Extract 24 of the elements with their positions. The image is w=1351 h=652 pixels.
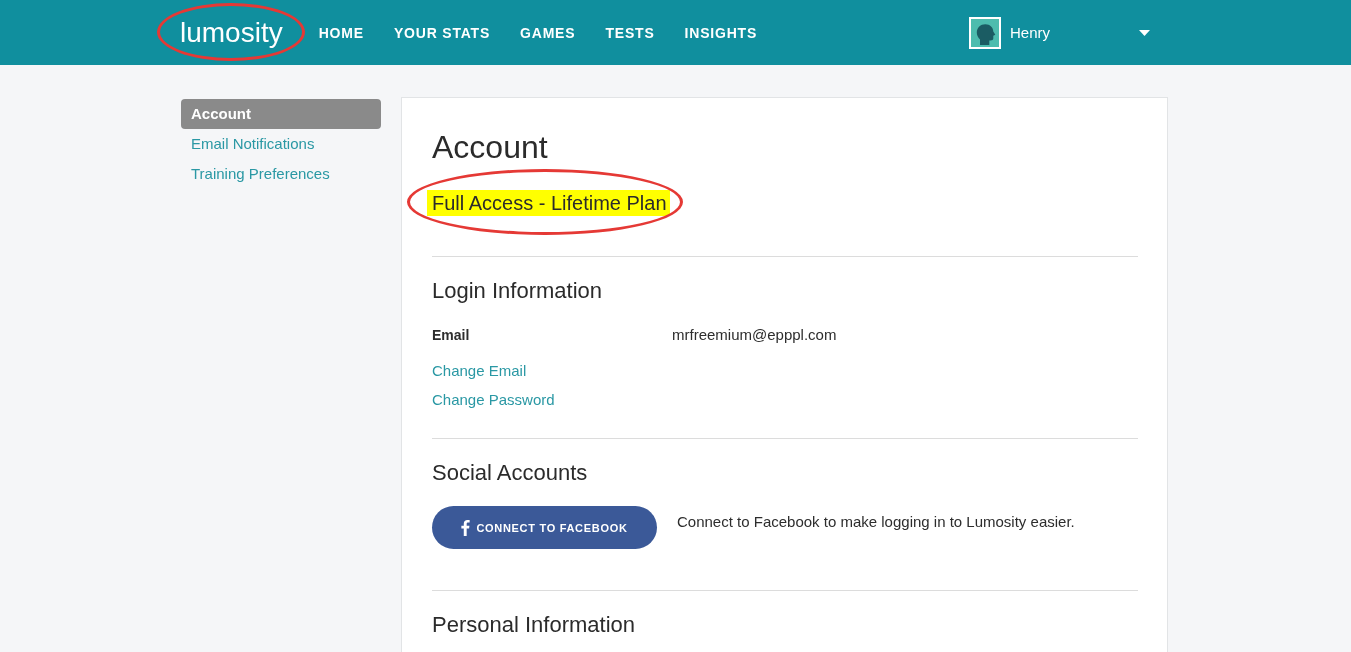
section-heading: Login Information <box>432 277 603 305</box>
sidebar-item[interactable]: Training Preferences <box>181 159 381 189</box>
settings-link[interactable]: Change Email <box>432 361 527 381</box>
nav-link[interactable]: GAMES <box>520 20 576 45</box>
nav-link[interactable]: INSIGHTS <box>684 20 758 45</box>
section-heading: Social Accounts <box>432 459 589 487</box>
caret-icon <box>1139 29 1150 36</box>
facebook-connect-button[interactable]: CONNECT TO FACEBOOK <box>432 506 657 549</box>
description-text: Connect to Facebook to make logging in to Lumosity easier. <box>677 512 1075 532</box>
nav-link[interactable]: HOME <box>318 20 364 45</box>
section-heading: Personal Information <box>432 611 636 639</box>
logo[interactable]: lumosity <box>180 16 283 49</box>
field-value: mrfreemium@epppl.com <box>672 325 837 345</box>
nav-link[interactable]: TESTS <box>605 20 655 45</box>
nav-link[interactable]: YOUR STATS <box>393 20 491 45</box>
sidebar-item[interactable]: Account <box>181 99 381 129</box>
page-title: Account <box>432 128 549 167</box>
sidebar-item[interactable]: Email Notifications <box>181 129 381 159</box>
user-menu-button[interactable]: Henry <box>969 16 1150 49</box>
f-logo-icon <box>461 519 471 536</box>
plan-status: Full Access - Lifetime Plan <box>427 190 670 216</box>
field-label: Email <box>432 326 471 345</box>
avatar-icon <box>969 16 1001 49</box>
settings-link[interactable]: Change Password <box>432 390 555 410</box>
